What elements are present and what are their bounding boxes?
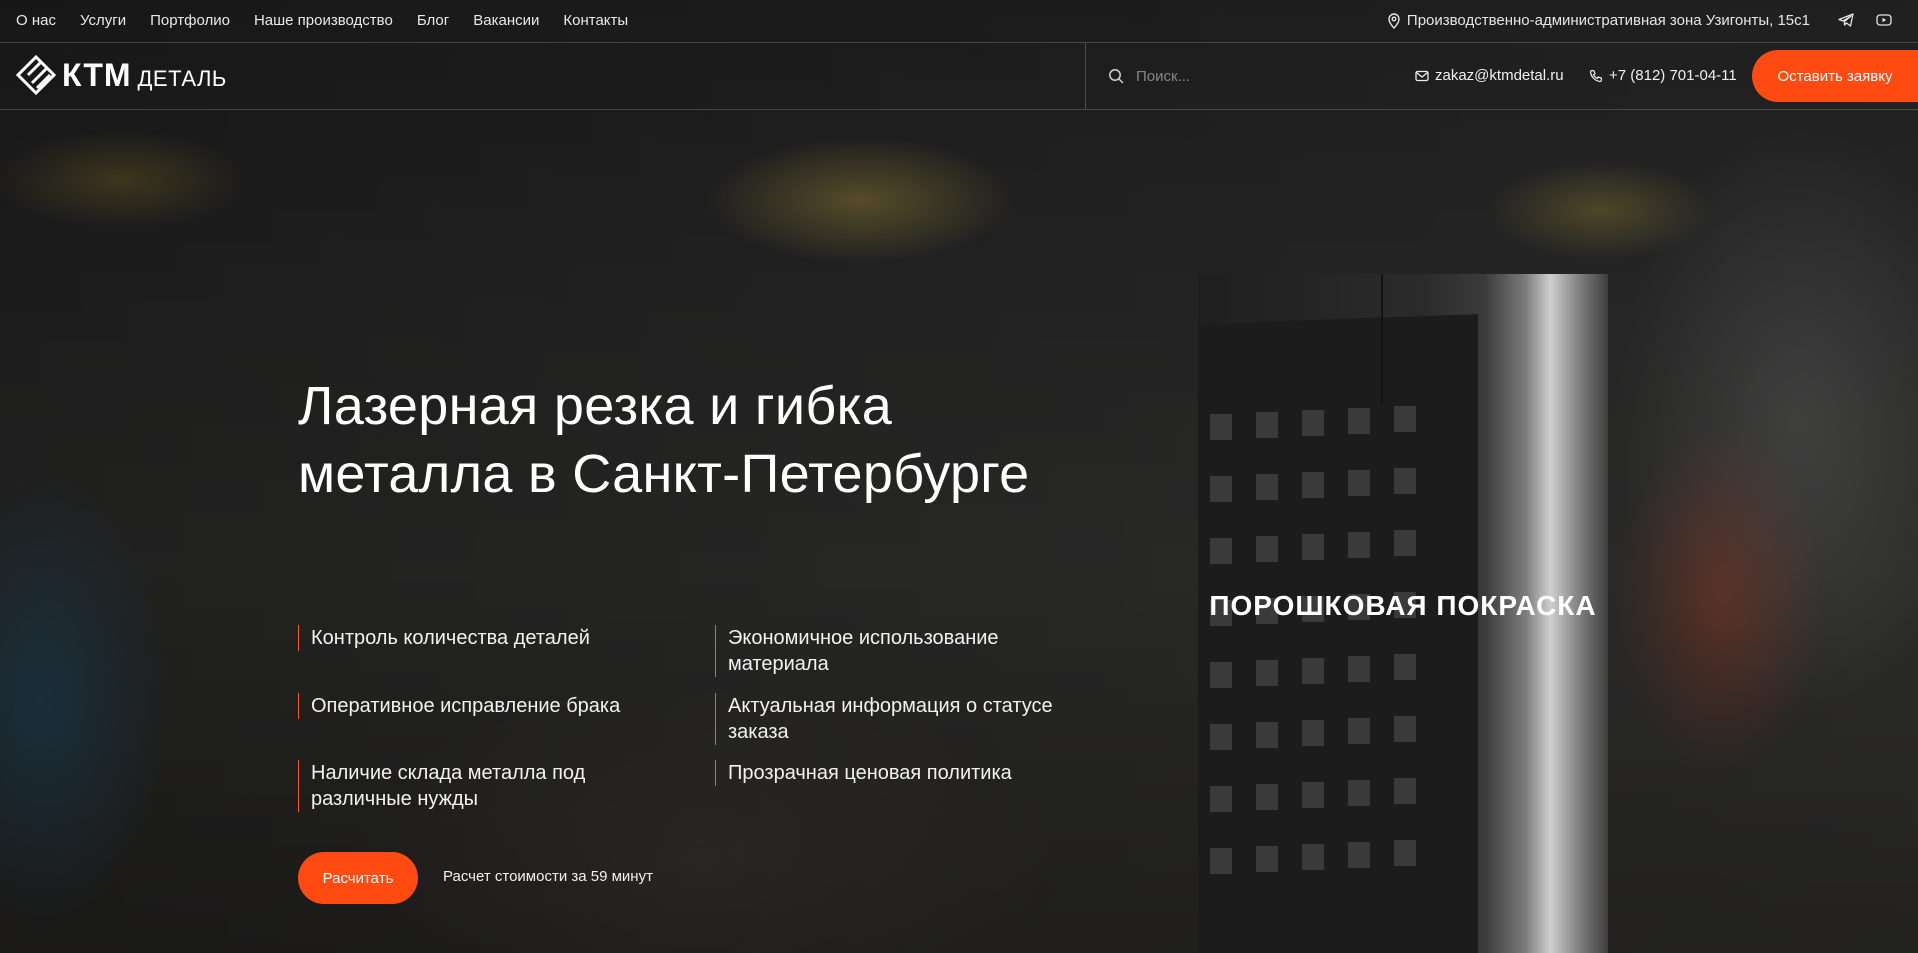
card-perforation-hole [1302, 534, 1324, 560]
card-perforation-hole [1256, 784, 1278, 810]
phone-text: +7 (812) 701-04-11 [1609, 67, 1737, 84]
nav-item-production[interactable]: Наше производство [254, 12, 393, 29]
nav-item-about[interactable]: О нас [16, 12, 56, 29]
card-perforation-hole [1210, 786, 1232, 812]
feature-item: Прозрачная ценовая политика [715, 760, 1095, 786]
card-perforation-hole [1394, 530, 1416, 556]
card-perforation-hole [1302, 782, 1324, 808]
card-image-panel [1198, 314, 1478, 953]
card-perforation-hole [1348, 780, 1370, 806]
card-title-text: ПОРОШКОВАЯ ПОКРАСКА [1209, 590, 1597, 621]
feature-item: Оперативное исправление брака [298, 693, 678, 719]
card-perforation-hole [1302, 658, 1324, 684]
card-perforation-hole [1394, 716, 1416, 742]
cta-note: Расчет стоимости за 59 минут [443, 868, 653, 885]
logo-main-text: КТМ [62, 56, 132, 93]
card-perforation-hole [1302, 720, 1324, 746]
site-logo[interactable]: КТМ ДЕТАЛЬ [16, 55, 227, 95]
address[interactable]: Производственно-административная зона Уз… [1387, 12, 1810, 29]
card-perforation-hole [1394, 778, 1416, 804]
search-icon[interactable] [1108, 68, 1124, 84]
card-perforation-hole [1302, 410, 1324, 436]
card-image-wire [1381, 274, 1383, 404]
nav-item-blog[interactable]: Блог [417, 12, 449, 29]
card-perforation-hole [1210, 414, 1232, 440]
social-links [1838, 12, 1892, 28]
card-perforation-hole [1348, 656, 1370, 682]
card-perforation-hole [1394, 468, 1416, 494]
card-perforation-hole [1348, 408, 1370, 434]
card-perforation-hole [1210, 848, 1232, 874]
main-header: КТМ ДЕТАЛЬ zakaz@ktmdetal.ru +7 (812) 70… [0, 43, 1918, 110]
nav-item-contacts[interactable]: Контакты [563, 12, 628, 29]
phone-icon [1589, 69, 1603, 82]
card-perforation-hole [1302, 472, 1324, 498]
location-pin-icon [1388, 12, 1400, 29]
logo-sub-text: ДЕТАЛЬ [137, 66, 227, 91]
feature-item: Наличие склада металла под различные нуж… [298, 760, 678, 812]
card-perforation-hole [1302, 844, 1324, 870]
nav-item-services[interactable]: Услуги [80, 12, 126, 29]
card-perforation-hole [1256, 536, 1278, 562]
service-card-powder-coating[interactable]: ПОРОШКОВАЯ ПОКРАСКА [1198, 274, 1608, 953]
card-perforation-hole [1256, 412, 1278, 438]
card-perforation-hole [1348, 470, 1370, 496]
card-perforation-hole [1256, 846, 1278, 872]
telegram-icon[interactable] [1838, 12, 1854, 28]
feature-item: Контроль количества деталей [298, 625, 678, 651]
top-bar: О нас Услуги Портфолио Наше производство… [0, 0, 1918, 43]
feature-item: Актуальная информация о статусе заказа [715, 693, 1095, 745]
request-button[interactable]: Оставить заявку [1752, 50, 1918, 102]
card-perforation-hole [1348, 718, 1370, 744]
card-perforation-hole [1348, 842, 1370, 868]
card-perforation-hole [1256, 474, 1278, 500]
nav-item-portfolio[interactable]: Портфолио [150, 12, 230, 29]
card-perforation-hole [1210, 538, 1232, 564]
logo-mark-icon [16, 55, 56, 95]
card-title: ПОРОШКОВАЯ ПОКРАСКА [1198, 590, 1608, 622]
address-text: Производственно-административная зона Уз… [1406, 12, 1810, 29]
email-text: zakaz@ktmdetal.ru [1435, 67, 1564, 84]
hero-title: Лазерная резка и гибка металла в Санкт-П… [298, 376, 1030, 504]
mail-icon [1415, 70, 1429, 81]
card-perforation-hole [1210, 724, 1232, 750]
calculate-button[interactable]: Расчитать [298, 852, 418, 904]
card-perforation-hole [1256, 722, 1278, 748]
card-perforation-hole [1394, 654, 1416, 680]
card-perforation-hole [1210, 662, 1232, 688]
card-perforation-hole [1348, 532, 1370, 558]
phone-contact[interactable]: +7 (812) 701-04-11 [1589, 67, 1737, 84]
top-navigation: О нас Услуги Портфолио Наше производство… [16, 12, 628, 29]
card-perforation-hole [1256, 660, 1278, 686]
card-perforation-hole [1394, 840, 1416, 866]
search-box [1085, 43, 1385, 109]
search-input[interactable] [1134, 66, 1358, 86]
youtube-icon[interactable] [1876, 12, 1892, 28]
feature-item: Экономичное использование материала [715, 625, 1095, 677]
email-contact[interactable]: zakaz@ktmdetal.ru [1415, 67, 1564, 84]
card-perforation-hole [1394, 406, 1416, 432]
card-perforation-hole [1210, 476, 1232, 502]
nav-item-vacancies[interactable]: Вакансии [473, 12, 539, 29]
